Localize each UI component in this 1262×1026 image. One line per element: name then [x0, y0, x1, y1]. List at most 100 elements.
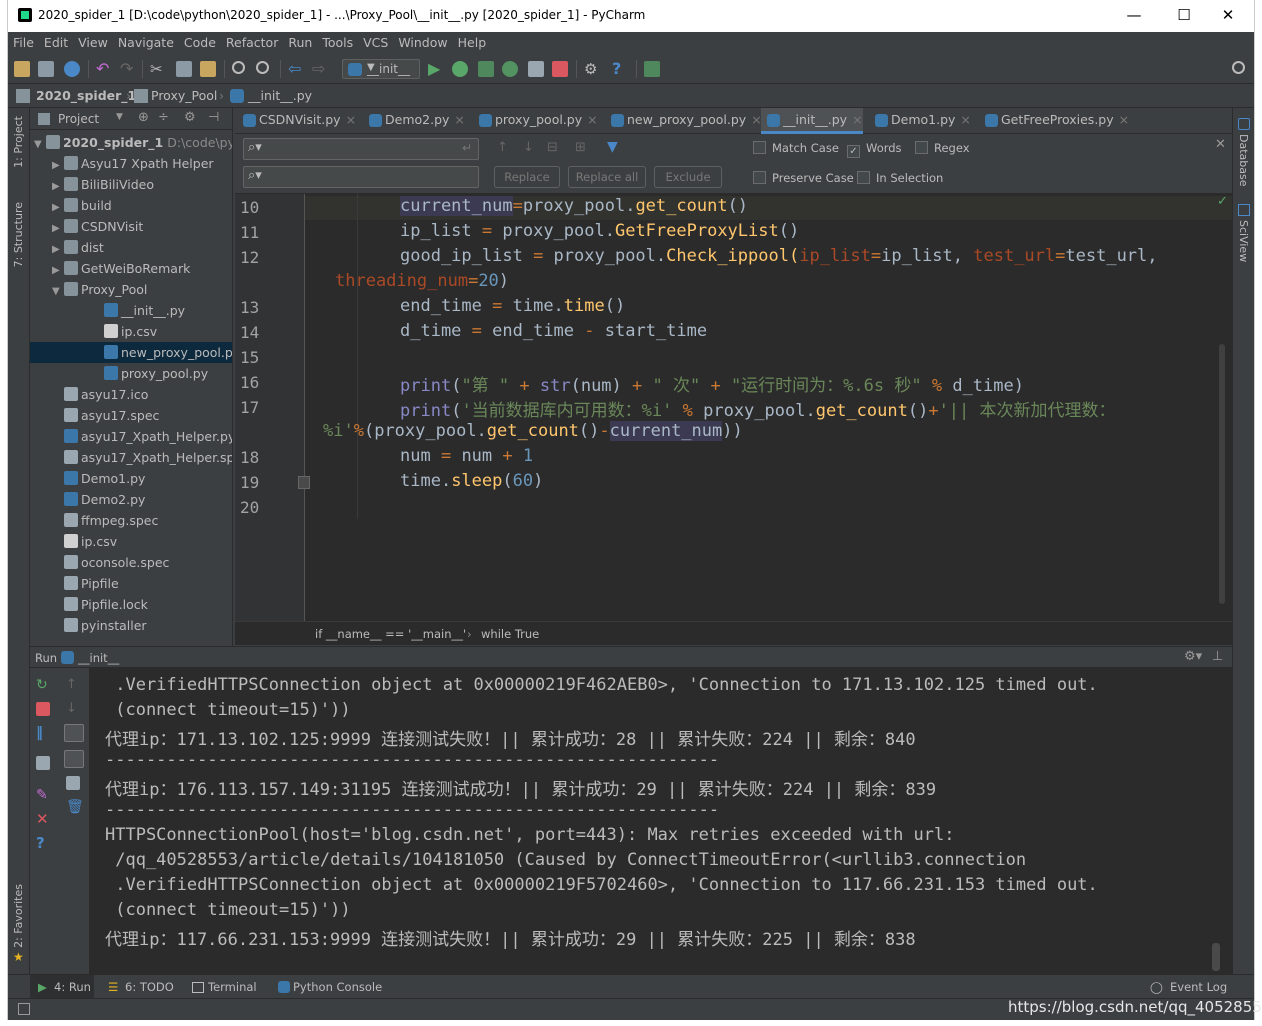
- filter-icon[interactable]: ▼: [607, 139, 618, 155]
- vcs-icon[interactable]: [644, 61, 660, 77]
- run-configuration-select[interactable]: __init__ ▼: [342, 59, 420, 79]
- coverage-icon[interactable]: [478, 61, 494, 77]
- tree-item[interactable]: Pipfile: [30, 573, 232, 594]
- tree-item[interactable]: asyu17_Xpath_Helper.spec: [30, 447, 232, 468]
- tree-item[interactable]: ip.csv: [30, 531, 232, 552]
- tab-todo[interactable]: 6: TODO: [125, 980, 174, 994]
- forward-icon[interactable]: ⇨: [312, 61, 328, 77]
- close-icon[interactable]: ×: [587, 112, 597, 127]
- nav-project[interactable]: 2020_spider_1: [36, 88, 136, 103]
- close-icon[interactable]: ×: [1119, 112, 1129, 127]
- search-input[interactable]: ⌕▾ ↵: [243, 138, 479, 160]
- close-icon[interactable]: ×: [454, 112, 464, 127]
- match-case-checkbox[interactable]: Match Case: [753, 141, 839, 155]
- maximize-button[interactable]: ☐: [1164, 4, 1204, 26]
- run-icon[interactable]: ▶: [428, 61, 444, 77]
- words-checkbox[interactable]: ✓ Words: [847, 141, 902, 158]
- hide-icon[interactable]: ⊣: [208, 110, 219, 125]
- scroll-to-end-icon[interactable]: [64, 750, 84, 768]
- tab-demo2[interactable]: Demo2.py ×: [363, 108, 465, 134]
- tree-item[interactable]: __init__.py: [30, 300, 232, 321]
- help-icon[interactable]: ?: [36, 836, 50, 851]
- paste-icon[interactable]: [200, 61, 216, 77]
- synchronize-icon[interactable]: [64, 61, 80, 77]
- previous-occurrence-icon[interactable]: ↑: [497, 140, 508, 155]
- newline-icon[interactable]: ↵: [462, 141, 472, 155]
- nav-file[interactable]: __init__.py: [248, 88, 312, 103]
- menu-vcs[interactable]: VCS: [358, 32, 393, 50]
- tab-csdnvisit[interactable]: CSDNVisit.py ×: [237, 108, 356, 134]
- exclude-button[interactable]: Exclude: [654, 166, 722, 188]
- open-folder-icon[interactable]: [14, 61, 30, 77]
- pause-icon[interactable]: ‖: [36, 726, 50, 740]
- tree-item[interactable]: ▶ BiliBiliVideo: [30, 174, 232, 195]
- replace-icon[interactable]: [256, 61, 269, 74]
- back-icon[interactable]: ⇦: [288, 61, 304, 77]
- tool-windows-icon[interactable]: [18, 1003, 30, 1015]
- undo-icon[interactable]: ↶: [96, 61, 112, 77]
- inspection-ok-icon[interactable]: ✓: [1217, 194, 1228, 209]
- close-icon[interactable]: ×: [852, 112, 862, 127]
- menu-file[interactable]: File: [8, 32, 39, 50]
- add-selection-icon[interactable]: ⊞: [575, 140, 586, 155]
- close-icon[interactable]: ✕: [1215, 137, 1226, 152]
- tree-item[interactable]: proxy_pool.py: [30, 363, 232, 384]
- down-arrow-icon[interactable]: ↓: [66, 702, 80, 716]
- find-icon[interactable]: [232, 61, 245, 74]
- debug-icon[interactable]: [452, 61, 468, 77]
- profile-icon[interactable]: [502, 61, 518, 77]
- up-arrow-icon[interactable]: ↑: [66, 678, 80, 692]
- replace-input[interactable]: ⌕▾: [243, 166, 479, 188]
- print-icon[interactable]: [66, 776, 80, 790]
- tab-init[interactable]: __init__.py ×: [761, 108, 863, 134]
- menu-tools[interactable]: Tools: [317, 32, 358, 50]
- menu-window[interactable]: Window: [393, 32, 452, 50]
- target-icon[interactable]: ⊕: [138, 110, 149, 125]
- close-window-button[interactable]: ✕: [1208, 4, 1248, 26]
- tree-item[interactable]: asyu17.spec: [30, 405, 232, 426]
- menu-help[interactable]: Help: [453, 32, 492, 50]
- breadcrumb-while-true[interactable]: while True: [481, 627, 539, 641]
- favorites-tool-tab[interactable]: 2: Favorites: [12, 884, 25, 948]
- dump-threads-icon[interactable]: [36, 756, 50, 770]
- close-icon[interactable]: ×: [346, 112, 356, 127]
- tree-item[interactable]: Demo2.py: [30, 489, 232, 510]
- tree-item[interactable]: ▶ dist: [30, 237, 232, 258]
- tree-item[interactable]: Demo1.py: [30, 468, 232, 489]
- run-config-name[interactable]: __init__: [78, 651, 119, 665]
- sciview-tool-tab[interactable]: SciView: [1237, 220, 1250, 262]
- redo-icon[interactable]: ↷: [120, 61, 136, 77]
- structure-tool-tab[interactable]: 7: Structure: [12, 202, 25, 267]
- gear-icon[interactable]: ⚙▾: [1184, 649, 1202, 664]
- replace-all-button[interactable]: Replace all: [568, 166, 646, 188]
- menu-run[interactable]: Run: [283, 32, 317, 50]
- menu-refactor[interactable]: Refactor: [221, 32, 283, 50]
- tab-proxy-pool[interactable]: proxy_pool.py ×: [473, 108, 598, 134]
- regex-checkbox[interactable]: Regex: [915, 141, 970, 155]
- tab-run[interactable]: 4: Run: [54, 980, 91, 994]
- database-tool-tab[interactable]: Database: [1237, 134, 1250, 187]
- cut-icon[interactable]: ✂: [150, 61, 166, 77]
- select-all-occurrences-icon[interactable]: ⊟: [547, 140, 558, 155]
- tree-item[interactable]: ip.csv: [30, 321, 232, 342]
- tree-root[interactable]: ▼2020_spider_1 D:\code\pyth: [34, 132, 232, 153]
- preserve-case-checkbox[interactable]: Preserve Case: [753, 171, 854, 185]
- tree-item[interactable]: asyu17_Xpath_Helper.py: [30, 426, 232, 447]
- chevron-down-icon[interactable]: ▼: [116, 112, 123, 122]
- settings-wrench-icon[interactable]: ⚙: [584, 61, 600, 77]
- concurrency-icon[interactable]: [528, 61, 544, 77]
- tab-new-proxy-pool[interactable]: new_proxy_pool.py ×: [605, 108, 762, 134]
- rerun-icon[interactable]: ↻: [36, 678, 50, 692]
- tree-item[interactable]: ▼ Proxy_Pool: [30, 279, 232, 300]
- close-run-icon[interactable]: ✕: [36, 812, 50, 827]
- save-all-icon[interactable]: [38, 61, 54, 77]
- gear-icon[interactable]: ⚙: [184, 110, 196, 125]
- tree-item[interactable]: oconsole.spec: [30, 552, 232, 573]
- nav-folder[interactable]: Proxy_Pool: [151, 88, 217, 103]
- tree-item[interactable]: new_proxy_pool.py: [30, 342, 232, 363]
- hide-panel-icon[interactable]: ⊥: [1212, 649, 1223, 664]
- search-everywhere-icon[interactable]: [1232, 61, 1245, 74]
- minimize-button[interactable]: —: [1114, 4, 1154, 26]
- tree-item[interactable]: ▶ build: [30, 195, 232, 216]
- collapse-icon[interactable]: ÷: [158, 110, 169, 125]
